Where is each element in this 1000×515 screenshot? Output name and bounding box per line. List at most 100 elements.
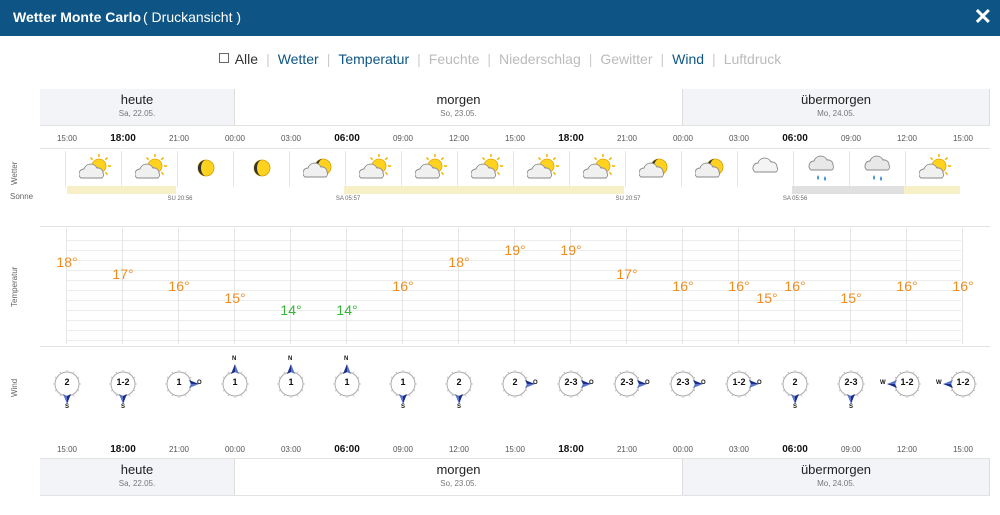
time-label: 09:00 — [840, 134, 862, 143]
wind-speed: 1-2 — [116, 377, 130, 387]
time-label: 00:00 — [224, 445, 246, 454]
day-name: heute — [120, 92, 154, 107]
filter-on-6[interactable]: Wind — [672, 51, 704, 67]
day-date: Sa, 22.05. — [118, 479, 156, 488]
wind-direction-label: O — [757, 380, 762, 386]
temperature-value: 18° — [448, 254, 470, 270]
temperature-value: 19° — [504, 242, 526, 258]
weather-cell — [233, 151, 290, 187]
wind-speed: 2-3 — [620, 377, 634, 387]
day-cell: heute Sa, 22.05. — [40, 459, 235, 495]
wind-compass: 1-2 W — [936, 362, 985, 406]
filter-separator: | — [487, 51, 492, 67]
time-label: 09:00 — [840, 445, 862, 454]
day-name: morgen — [436, 462, 481, 477]
wind-compass: 2-3 O — [549, 362, 594, 406]
time-label: 15:00 — [504, 445, 526, 454]
partly-cloudy-night-icon — [639, 158, 668, 178]
temperature-value: 17° — [616, 266, 638, 282]
filter-on-2[interactable]: Temperatur — [338, 51, 409, 67]
wind-speed: 2 — [456, 377, 462, 387]
weather-cell — [345, 151, 402, 187]
wind-compass: 2S — [773, 362, 817, 410]
filter-all-0[interactable]: Alle — [218, 51, 258, 67]
time-label: 18:00 — [558, 444, 584, 455]
sun-bar — [67, 186, 176, 194]
wind-direction-label: W — [880, 380, 886, 386]
wind-compass: 1-2 S — [101, 362, 145, 410]
partly-sunny-icon — [359, 154, 391, 179]
weather-cell — [289, 151, 346, 187]
day-date: So, 23.05. — [440, 479, 477, 488]
wind-compass: 1N — [213, 356, 257, 406]
moon-icon — [253, 159, 271, 177]
wind-speed: 1 — [176, 377, 182, 387]
time-label: 15:00 — [56, 445, 78, 454]
partly-sunny-icon — [135, 154, 167, 179]
time-label: 03:00 — [728, 134, 750, 143]
day-cell: übermorgen Mo, 24.05. — [683, 89, 990, 125]
wind-direction-label: N — [288, 356, 293, 362]
filter-on-1[interactable]: Wetter — [278, 51, 319, 67]
time-label: 09:00 — [392, 134, 414, 143]
day-name: übermorgen — [800, 462, 872, 477]
temperature-value: 16° — [392, 278, 414, 294]
filter-off-7[interactable]: Luftdruck — [724, 51, 782, 67]
wind-direction-label: S — [65, 404, 70, 410]
weather-cell — [793, 151, 850, 187]
time-label: 06:00 — [334, 133, 360, 144]
sun-time-label: SA 05:57 — [335, 196, 361, 202]
sun-bar — [344, 186, 624, 194]
temperature-value: 16° — [672, 278, 694, 294]
wind-compass: 2S — [437, 362, 481, 410]
partly-sunny-icon — [79, 154, 111, 179]
checkbox-icon[interactable] — [218, 53, 229, 63]
wind-row-label: Wind — [10, 378, 19, 397]
wind-compass: 2S — [45, 362, 89, 410]
filter-off-4[interactable]: Niederschlag — [499, 51, 581, 67]
sun-bar — [792, 186, 904, 194]
day-date: Mo, 24.05. — [817, 479, 855, 488]
filter-separator: | — [417, 51, 421, 67]
page-subtitle: ( Druckansicht ) — [143, 9, 242, 25]
temperature-value: 14° — [280, 302, 302, 318]
wind-compass: 1-2 W — [880, 362, 929, 406]
time-label: 03:00 — [280, 445, 302, 454]
wind-compass: 1N — [269, 356, 313, 406]
temperature-value: 14° — [336, 302, 358, 318]
time-label: 18:00 — [110, 133, 136, 144]
time-label: 06:00 — [782, 444, 808, 455]
wind-direction-label: S — [121, 404, 126, 410]
weather-row-label: Wetter — [10, 161, 19, 185]
day-header-bottom: heute Sa, 22.05. morgen So, 23.05. übermorge… — [40, 459, 990, 495]
weather-cell — [681, 151, 738, 187]
day-date: So, 23.05. — [440, 109, 477, 118]
wind-compass: 1S — [381, 362, 425, 410]
time-label: 21:00 — [616, 134, 638, 143]
wind-direction-label: O — [533, 380, 538, 386]
time-label: 18:00 — [558, 133, 584, 144]
page-title: Wetter Monte Carlo — [13, 9, 142, 25]
temperature-value: 15° — [840, 290, 862, 306]
wind-direction-label: N — [344, 356, 349, 362]
wind-direction-label: O — [701, 380, 706, 386]
wind-direction-label: O — [589, 380, 594, 386]
cloudy-icon — [752, 157, 778, 173]
weather-cell — [121, 151, 178, 187]
filter-separator: | — [326, 51, 331, 67]
time-label: 12:00 — [896, 134, 918, 143]
rain-icon — [808, 155, 834, 181]
day-cell: übermorgen Mo, 24.05. — [683, 459, 990, 495]
time-label: 15:00 — [952, 445, 974, 454]
filter-off-3[interactable]: Feuchte — [429, 51, 480, 67]
close-icon[interactable]: ✕ — [974, 4, 992, 30]
time-axis-top: 15:00 18:00 21:00 00:00 03:00 06:00 09:00 12:00… — [0, 133, 1000, 148]
temperature-value: 16° — [728, 278, 750, 294]
time-axis-bottom: 15:00 18:00 21:00 00:00 03:00 06:00 09:00 12:00… — [0, 444, 1000, 459]
temperature-value: 16° — [168, 278, 190, 294]
filter-separator: | — [712, 51, 716, 67]
wind-compass: 2O — [493, 362, 538, 406]
filter-off-5[interactable]: Gewitter — [600, 51, 652, 67]
wind-direction-label: O — [645, 380, 650, 386]
time-label: 15:00 — [56, 134, 78, 143]
